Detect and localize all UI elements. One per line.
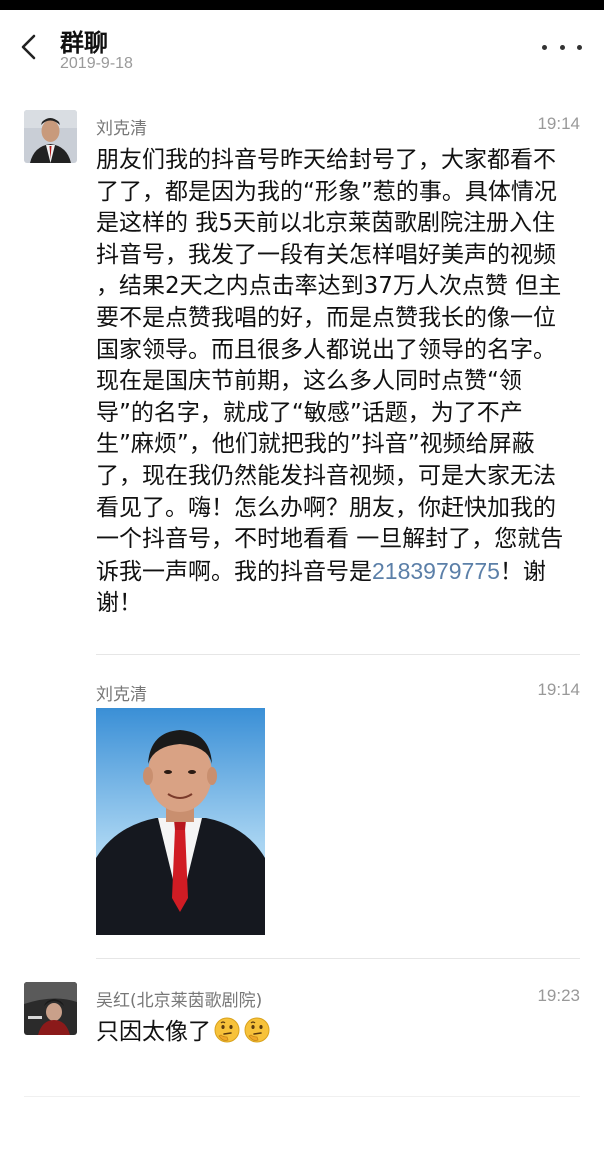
divider [96, 958, 580, 959]
chat-date: 2019-9-18 [60, 55, 133, 72]
status-bar [0, 0, 604, 10]
message-photo[interactable] [96, 708, 265, 935]
chat-title: 群聊 [60, 29, 108, 57]
message-time: 19:14 [537, 680, 580, 699]
avatar[interactable] [24, 110, 77, 163]
more-dots-icon[interactable] [542, 42, 582, 52]
message-time: 19:14 [537, 114, 580, 133]
sender-name: 刘克清 [96, 685, 147, 705]
message-text-main: 只因太像了 [96, 1019, 211, 1045]
divider [96, 654, 580, 655]
sender-name: 刘克清 [96, 119, 147, 139]
thinking-face-emoji [244, 1017, 270, 1043]
avatar[interactable] [24, 982, 77, 1035]
divider [24, 1096, 580, 1097]
chevron-left-icon[interactable] [18, 32, 40, 62]
message-text[interactable]: 朋友们我的抖音号昨天给封号了，大家都看不了了，都是因为我的“形象”惹的事。具体情… [96, 145, 576, 620]
phone-number-link[interactable]: 2183979775 [372, 558, 500, 584]
thinking-face-emoji [214, 1017, 240, 1043]
message-text[interactable]: 只因太像了 [96, 1016, 576, 1049]
chat-header: 群聊 2019-9-18 [0, 10, 604, 88]
sender-name: 吴红(北京莱茵歌剧院) [96, 991, 263, 1011]
message-text-main: 朋友们我的抖音号昨天给封号了，大家都看不了了，都是因为我的“形象”惹的事。具体情… [96, 147, 564, 585]
message-time: 19:23 [537, 986, 580, 1005]
